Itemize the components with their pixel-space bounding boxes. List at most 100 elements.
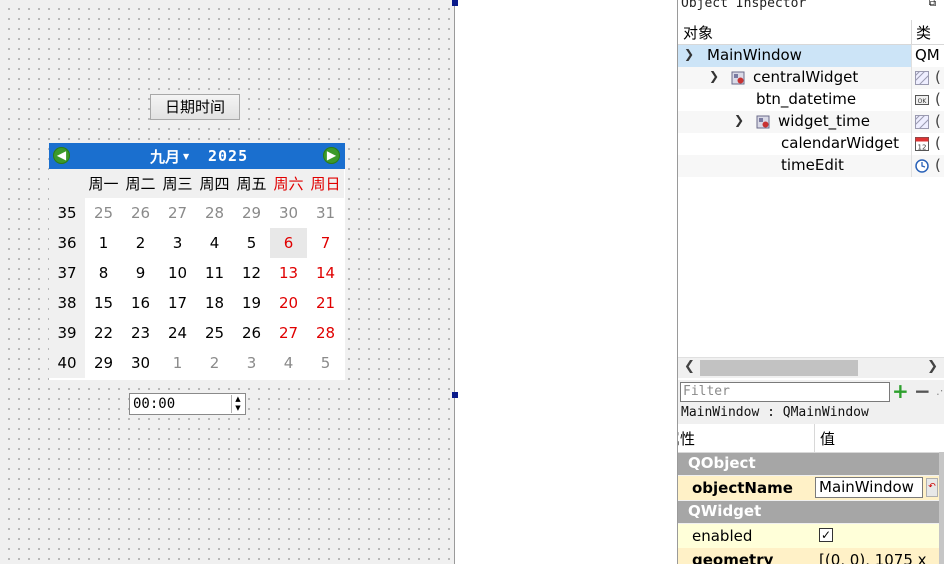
calendar-day[interactable]: 24 [159,318,196,348]
objectname-input[interactable]: MainWindow [815,477,923,498]
chevron-down-icon[interactable]: ❯ [734,113,744,127]
property-row-geometry[interactable]: geometry [(0, 0), 1075 x [678,548,940,564]
calendar-day[interactable]: 8 [85,258,122,288]
tree-item-calendarwidget[interactable]: calendarWidget 12 ( [678,133,944,155]
time-value[interactable]: 00:00 [133,396,175,412]
calendar-day[interactable]: 2 [122,228,159,258]
calendar-day[interactable]: 3 [159,228,196,258]
geometry-value[interactable]: [(0, 0), 1075 x [819,551,927,564]
enabled-checkbox[interactable]: ✓ [819,528,833,542]
float-window-icon[interactable]: ⧉ [929,0,936,9]
calendar-year[interactable]: 2025 [208,147,248,165]
calendar-day[interactable]: 4 [270,348,307,378]
calendar-day[interactable]: 11 [196,258,233,288]
horizontal-scrollbar[interactable]: ❮ ❯ [678,357,944,378]
calendar-day[interactable]: 29 [85,348,122,378]
property-header-name[interactable]: 属性 [678,428,695,449]
designer-canvas[interactable]: 日期时间 ◀ 九月 ▼ 2025 ▶ 周一 周二 周三 周四 周五 周六 周日 35 25 26 2… [0,0,458,564]
calendar-day[interactable]: 29 [233,198,270,228]
calendar-day[interactable]: 25 [85,198,122,228]
property-header-value[interactable]: 值 [820,428,835,449]
tree-item-label: timeEdit [781,156,844,174]
calendar-day[interactable]: 20 [270,288,307,318]
time-edit[interactable]: 00:00 ▲ ▼ [129,393,246,415]
calendar-day[interactable]: 28 [196,198,233,228]
calendar-day[interactable]: 2 [196,348,233,378]
calendar-icon: 12 [915,137,929,152]
chevron-down-icon[interactable]: ❯ [684,47,694,61]
calendar-day[interactable]: 1 [85,228,122,258]
tree-item-mainwindow[interactable]: ❯ MainWindow QM [678,45,944,67]
plus-icon[interactable]: + [892,380,909,402]
property-group-qobject[interactable]: QObject [678,453,940,475]
scrollbar-thumb[interactable] [700,360,858,376]
calendar-day[interactable]: 3 [233,348,270,378]
arrow-left-circle-icon[interactable]: ◀ [53,147,70,164]
calendar-day[interactable]: 25 [196,318,233,348]
filter-input[interactable]: Filter [680,382,890,402]
calendar-day[interactable]: 18 [196,288,233,318]
calendar-day[interactable]: 27 [270,318,307,348]
calendar-day[interactable]: 17 [159,288,196,318]
calendar-day[interactable]: 28 [307,318,344,348]
calendar-day[interactable]: 4 [196,228,233,258]
calendar-day[interactable]: 27 [159,198,196,228]
datetime-button[interactable]: 日期时间 [150,94,240,120]
tree-item-timeedit[interactable]: timeEdit ( [678,155,944,177]
calendar-day[interactable]: 5 [233,228,270,258]
arrow-right-circle-icon[interactable]: ▶ [323,147,340,164]
calendar-day[interactable]: 16 [122,288,159,318]
calendar-day[interactable]: 1 [159,348,196,378]
calendar-day[interactable]: 15 [85,288,122,318]
calendar-day-selected[interactable]: 6 [270,228,307,258]
widget-layout-icon [756,115,770,129]
month-dropdown-icon[interactable]: ▼ [183,152,189,161]
spin-up-icon[interactable]: ▲ [232,395,244,404]
calendar-widget[interactable]: ◀ 九月 ▼ 2025 ▶ 周一 周二 周三 周四 周五 周六 周日 35 25 26 27 28 29… [49,143,345,380]
calendar-day[interactable]: 26 [122,198,159,228]
reset-icon[interactable]: ↶ [926,478,938,497]
property-group-qwidget[interactable]: QWidget [678,501,940,523]
tree-item-label: calendarWidget [781,134,900,152]
tree-item-centralwidget[interactable]: ❯ centralWidget ( [678,67,944,89]
options-icon[interactable]: ⋰ [936,384,944,397]
calendar-day[interactable]: 5 [307,348,344,378]
spin-down-icon[interactable]: ▼ [232,404,244,413]
weekday-header: 周二 [122,169,159,198]
calendar-week-row: 40 29 30 1 2 3 4 5 [49,348,344,378]
calendar-day[interactable]: 31 [307,198,344,228]
vertical-scrollbar[interactable] [939,452,944,564]
scroll-right-icon[interactable]: ❯ [927,359,938,374]
calendar-day[interactable]: 13 [270,258,307,288]
calendar-day[interactable]: 10 [159,258,196,288]
calendar-day[interactable]: 19 [233,288,270,318]
calendar-day[interactable]: 21 [307,288,344,318]
selection-handle-middle-right[interactable] [452,392,458,398]
tree-header-object[interactable]: 对象 [683,22,713,43]
svg-text:12: 12 [918,144,927,152]
tree-header-class[interactable]: 类 [916,22,931,43]
tree-item-widget-time[interactable]: ❯ widget_time ( [678,111,944,133]
weekday-header: 周一 [85,169,122,198]
property-row-objectname[interactable]: objectName MainWindow ↶ [678,476,940,500]
calendar-day[interactable]: 22 [85,318,122,348]
calendar-day[interactable]: 30 [270,198,307,228]
property-row-enabled[interactable]: enabled ✓ [678,524,940,548]
svg-text:OK: OK [918,98,928,105]
calendar-day[interactable]: 23 [122,318,159,348]
scroll-left-icon[interactable]: ❮ [684,359,695,374]
calendar-week-row: 37 8 9 10 11 12 13 14 [49,258,344,288]
calendar-day[interactable]: 26 [233,318,270,348]
calendar-day[interactable]: 30 [122,348,159,378]
calendar-day[interactable]: 14 [307,258,344,288]
calendar-day[interactable]: 12 [233,258,270,288]
chevron-down-icon[interactable]: ❯ [709,69,719,83]
property-name: enabled [692,527,753,545]
selection-handle-top-right[interactable] [452,0,458,6]
time-spinner[interactable]: ▲ ▼ [231,395,244,413]
calendar-month[interactable]: 九月 [150,146,180,167]
calendar-day[interactable]: 9 [122,258,159,288]
calendar-day[interactable]: 7 [307,228,344,258]
minus-icon[interactable]: − [914,380,931,402]
tree-item-btn-datetime[interactable]: btn_datetime OK ( [678,89,944,111]
